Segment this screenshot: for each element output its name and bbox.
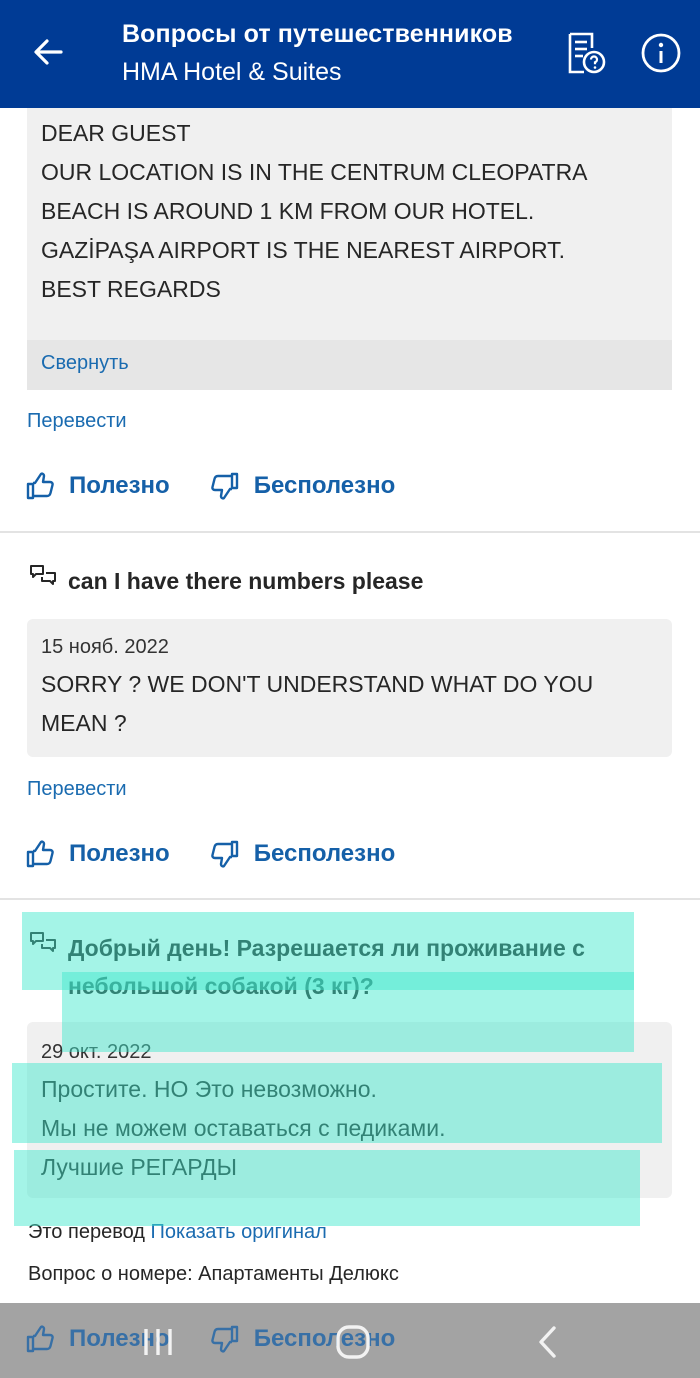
recent-apps-button[interactable] — [140, 1325, 176, 1364]
collapse-label: Свернуть — [41, 352, 129, 374]
hotel-name: HMA Hotel & Suites — [122, 58, 342, 86]
home-icon — [336, 1325, 370, 1359]
votes-row-1: Полезно Бесполезно — [25, 468, 445, 504]
answer-line: BEACH IS AROUND 1 KM FROM OUR HOTEL. — [41, 198, 535, 224]
highlight-mark — [12, 1063, 662, 1143]
divider — [0, 898, 700, 900]
question-text: can I have there numbers please — [68, 568, 424, 594]
thumbs-up-icon — [26, 1325, 54, 1353]
info-icon — [641, 33, 681, 73]
thumbs-down-icon — [210, 1325, 238, 1353]
answer-box-2: 15 нояб. 2022 SORRY ? WE DON'T UNDERSTAN… — [27, 619, 672, 757]
thumbs-down-icon — [210, 472, 238, 500]
answer-line: GAZİPAŞA AIRPORT IS THE NEAREST AIRPORT. — [41, 237, 566, 263]
unhelpful-button[interactable]: Бесполезно — [210, 839, 396, 869]
system-back-button[interactable] — [536, 1325, 560, 1364]
speech-bubbles-icon — [30, 565, 56, 585]
answer-line: BEST REGARDS — [41, 276, 221, 302]
answer-box-1: DEAR GUEST OUR LOCATION IS IN THE CENTRU… — [27, 108, 672, 340]
translate-link-2[interactable]: Перевести — [27, 778, 127, 801]
votes-row-2: Полезно Бесполезно — [25, 836, 445, 872]
answer-line: MEAN ? — [41, 710, 127, 736]
question-document-icon — [568, 32, 606, 74]
questions-button[interactable] — [562, 30, 608, 76]
answer-text-2: SORRY ? WE DON'T UNDERSTAND WHAT DO YOU … — [27, 659, 672, 743]
system-nav-bar: Полезно Бесполезно — [0, 1303, 700, 1378]
helpful-button[interactable]: Полезно — [25, 471, 170, 501]
app-bar: Вопросы от путешественников HMA Hotel & … — [0, 0, 700, 108]
highlight-mark — [62, 972, 634, 1052]
thumbs-down-icon — [210, 840, 238, 868]
unhelpful-label: Бесполезно — [253, 1325, 396, 1352]
translate-link-1[interactable]: Перевести — [27, 410, 127, 433]
thumbs-up-icon — [26, 840, 54, 868]
info-button[interactable] — [640, 32, 682, 74]
divider — [0, 531, 700, 533]
question-2: can I have there numbers please — [28, 562, 423, 600]
back-button[interactable] — [26, 30, 70, 74]
unhelpful-label: Бесполезно — [253, 472, 396, 499]
votes-row-3: Полезно Бесполезно — [25, 1321, 445, 1357]
collapse-button[interactable]: Свернуть — [27, 340, 672, 390]
answer-line: SORRY ? WE DON'T UNDERSTAND WHAT DO YOU — [41, 671, 594, 697]
chevron-left-icon — [539, 1326, 556, 1358]
answer-date: 15 нояб. 2022 — [41, 636, 169, 658]
helpful-label: Полезно — [69, 472, 170, 499]
highlight-mark — [14, 1150, 640, 1226]
thumbs-up-icon — [26, 472, 54, 500]
room-info: Вопрос о номере: Апартаменты Делюкс — [28, 1263, 399, 1285]
unhelpful-label: Бесполезно — [253, 840, 396, 867]
helpful-button[interactable]: Полезно — [25, 839, 170, 869]
answer-line: DEAR GUEST — [41, 120, 191, 146]
answer-text-1: DEAR GUEST OUR LOCATION IS IN THE CENTRU… — [27, 108, 672, 309]
home-button[interactable] — [334, 1323, 372, 1366]
helpful-label: Полезно — [69, 840, 170, 867]
arrow-left-icon — [34, 39, 63, 65]
header-titles: Вопросы от путешественников HMA Hotel & … — [122, 18, 513, 90]
unhelpful-button[interactable]: Бесполезно — [210, 471, 396, 501]
recent-apps-icon — [144, 1329, 172, 1355]
answer-line: OUR LOCATION IS IN THE CENTRUM CLEOPATRA — [41, 159, 588, 185]
page-title: Вопросы от путешественников — [122, 20, 513, 48]
